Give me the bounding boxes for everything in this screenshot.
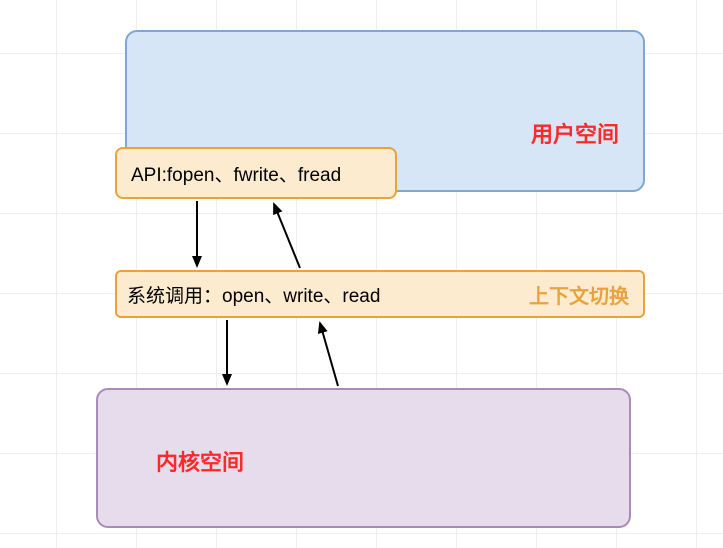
user-space-label: 用户空间 [531,117,619,149]
api-box-text: API:fopen、fwrite、fread [131,160,341,187]
syscall-box: 系统调用：open、write、read 上下文切换 [115,270,645,318]
kernel-space-label: 内核空间 [156,445,244,477]
arrow-syscall-to-api [274,204,300,268]
kernel-space-box: 内核空间 [96,388,631,528]
api-box: API:fopen、fwrite、fread [115,147,397,199]
syscall-text: 系统调用：open、write、read [117,281,380,308]
arrow-kernel-to-syscall [320,323,338,386]
context-switch-label: 上下文切换 [529,280,629,309]
diagram-canvas: 用户空间 API:fopen、fwrite、fread 系统调用：open、wr… [0,0,723,548]
